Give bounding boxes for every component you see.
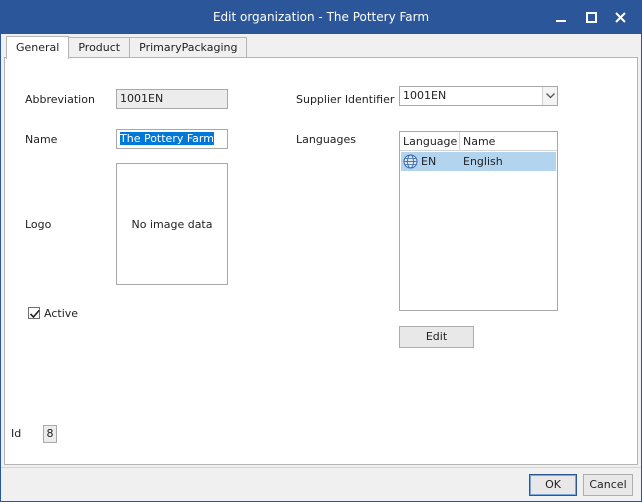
ok-button[interactable]: OK [529,474,577,496]
languages-grid-header: Language Name [400,132,557,151]
id-field: 8 [43,425,57,443]
close-icon [614,11,626,23]
minimize-icon [556,20,566,22]
languages-grid[interactable]: Language Name EN English [399,131,558,311]
tab-strip: General Product PrimaryPackaging [6,36,248,59]
abbreviation-label: Abbreviation [25,93,95,106]
languages-label: Languages [296,133,357,146]
minimize-button[interactable] [550,7,572,27]
tab-primary-packaging[interactable]: PrimaryPackaging [129,37,248,58]
column-header-name[interactable]: Name [460,132,498,150]
name-label: Name [25,133,58,146]
maximize-button[interactable] [580,7,602,27]
edit-languages-button[interactable]: Edit [399,326,474,348]
name-field[interactable]: The Pottery Farm [116,129,228,149]
edit-organization-dialog: Edit organization - The Pottery Farm Gen… [0,0,642,502]
chevron-down-icon [545,93,555,99]
maximize-icon [585,11,597,23]
window-title: Edit organization - The Pottery Farm [212,10,430,24]
language-cell: EN [401,152,460,171]
language-name: English [463,155,503,168]
tab-general[interactable]: General [6,36,70,59]
table-row[interactable]: EN English [401,152,556,171]
cancel-button[interactable]: Cancel [583,474,633,496]
logo-label: Logo [25,218,52,231]
close-button[interactable] [609,7,631,27]
supplier-identifier-label: Supplier Identifier [296,93,395,106]
logo-image-box[interactable]: No image data [116,163,228,285]
active-label[interactable]: Active [44,307,78,320]
checkmark-icon [29,309,40,319]
supplier-identifier-combo[interactable]: 1001EN [399,86,558,106]
combo-dropdown-button[interactable] [542,87,557,105]
globe-icon [403,154,418,169]
abbreviation-field[interactable]: 1001EN [116,89,228,109]
id-label: Id [11,427,22,440]
column-header-language[interactable]: Language [400,132,460,150]
language-code: EN [421,155,437,168]
footer-divider [1,467,641,468]
supplier-identifier-value: 1001EN [403,89,447,102]
active-checkbox[interactable] [28,307,40,319]
logo-placeholder-text: No image data [131,217,213,231]
general-tab-panel: Abbreviation 1001EN Name The Pottery Far… [4,57,638,465]
tab-product[interactable]: Product [68,37,131,58]
title-bar[interactable]: Edit organization - The Pottery Farm [1,1,641,34]
name-field-value: The Pottery Farm [120,132,214,145]
